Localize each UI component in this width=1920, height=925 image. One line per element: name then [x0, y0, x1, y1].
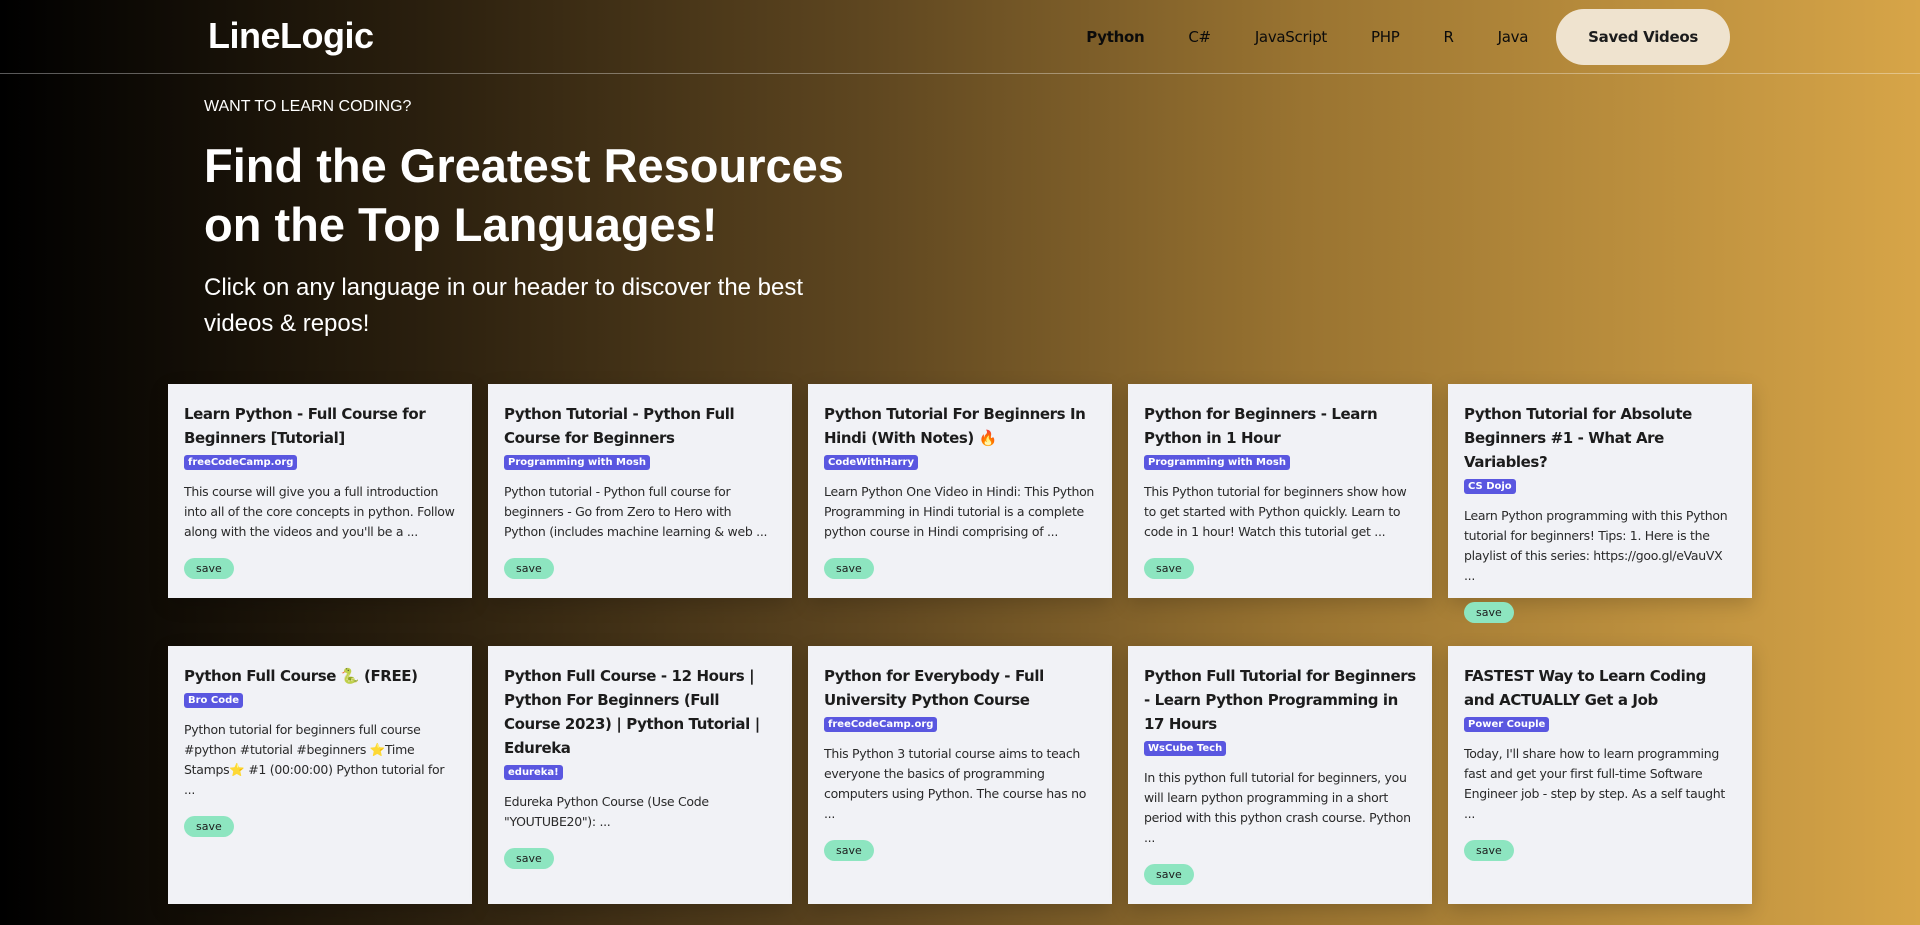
video-title[interactable]: Python Full Course - 12 Hours | Python F…: [504, 664, 776, 760]
channel-badge: WsCube Tech: [1144, 741, 1227, 756]
video-description: Learn Python One Video in Hindi: This Py…: [824, 484, 1095, 539]
hero-section: WANT TO LEARN CODING? Find the Greatest …: [204, 98, 844, 342]
channel-badge: Programming with Mosh: [504, 455, 650, 470]
nav-item-csharp[interactable]: C#: [1188, 28, 1211, 46]
video-description: Learn Python programming with this Pytho…: [1464, 508, 1728, 583]
saved-videos-button[interactable]: Saved Videos: [1556, 9, 1730, 65]
video-title[interactable]: FASTEST Way to Learn Coding and ACTUALLY…: [1464, 664, 1736, 712]
video-description: Python tutorial for beginners full cours…: [184, 722, 445, 797]
hero-title: Find the Greatest Resources on the Top L…: [204, 139, 844, 251]
site-logo[interactable]: LineLogic: [208, 15, 374, 57]
video-row: Learn Python - Full Course for Beginners…: [168, 384, 1752, 623]
top-header: LineLogic Python C# JavaScript PHP R Jav…: [0, 0, 1920, 74]
save-button[interactable]: save: [1464, 840, 1514, 861]
nav-item-javascript[interactable]: JavaScript: [1255, 28, 1328, 46]
channel-badge: edureka!: [504, 765, 563, 780]
save-button[interactable]: save: [1464, 602, 1514, 623]
save-button[interactable]: save: [184, 558, 234, 579]
video-card[interactable]: Learn Python - Full Course for Beginners…: [168, 384, 472, 598]
video-title[interactable]: Python Full Course 🐍 (FREE): [184, 664, 456, 688]
channel-badge: Programming with Mosh: [1144, 455, 1290, 470]
save-button[interactable]: save: [504, 848, 554, 869]
channel-badge: Bro Code: [184, 693, 244, 708]
video-card[interactable]: Python Full Tutorial for Beginners - Lea…: [1128, 646, 1432, 904]
video-card[interactable]: Python for Beginners - Learn Python in 1…: [1128, 384, 1432, 598]
video-description: This Python 3 tutorial course aims to te…: [824, 746, 1087, 821]
video-description: In this python full tutorial for beginne…: [1144, 770, 1411, 845]
save-button[interactable]: save: [824, 558, 874, 579]
video-description: Today, I'll share how to learn programmi…: [1464, 746, 1725, 821]
save-button[interactable]: save: [1144, 864, 1194, 885]
video-title[interactable]: Python for Everybody - Full University P…: [824, 664, 1096, 712]
channel-badge: CS Dojo: [1464, 479, 1516, 494]
video-card[interactable]: Python Tutorial - Python Full Course for…: [488, 384, 792, 598]
video-title[interactable]: Python Tutorial For Beginners In Hindi (…: [824, 402, 1096, 450]
video-card[interactable]: Python for Everybody - Full University P…: [808, 646, 1112, 904]
nav-item-r[interactable]: R: [1444, 28, 1454, 46]
video-title[interactable]: Python Full Tutorial for Beginners - Lea…: [1144, 664, 1416, 736]
video-card[interactable]: Python Full Course - 12 Hours | Python F…: [488, 646, 792, 904]
video-description: This Python tutorial for beginners show …: [1144, 484, 1407, 539]
video-card[interactable]: FASTEST Way to Learn Coding and ACTUALLY…: [1448, 646, 1752, 904]
hero-subtitle: Click on any language in our header to d…: [204, 274, 804, 337]
video-card[interactable]: Python Tutorial for Absolute Beginners #…: [1448, 384, 1752, 623]
save-button[interactable]: save: [184, 816, 234, 837]
video-description: Edureka Python Course (Use Code "YOUTUBE…: [504, 794, 709, 829]
nav-item-python[interactable]: Python: [1086, 28, 1144, 46]
channel-badge: Power Couple: [1464, 717, 1550, 732]
channel-badge: CodeWithHarry: [824, 455, 919, 470]
video-title[interactable]: Python for Beginners - Learn Python in 1…: [1144, 402, 1416, 450]
video-description: This course will give you a full introdu…: [184, 484, 455, 539]
video-card[interactable]: Python Full Course 🐍 (FREE) Bro Code Pyt…: [168, 646, 472, 904]
video-title[interactable]: Learn Python - Full Course for Beginners…: [184, 402, 456, 450]
save-button[interactable]: save: [1144, 558, 1194, 579]
nav-item-java[interactable]: Java: [1498, 28, 1529, 46]
language-nav: Python C# JavaScript PHP R Java Saved Vi…: [1064, 9, 1730, 65]
nav-item-php[interactable]: PHP: [1371, 28, 1400, 46]
video-description: Python tutorial - Python full course for…: [504, 484, 768, 539]
video-card[interactable]: Python Tutorial For Beginners In Hindi (…: [808, 384, 1112, 598]
video-row: Python Full Course 🐍 (FREE) Bro Code Pyt…: [168, 646, 1752, 904]
video-title[interactable]: Python Tutorial for Absolute Beginners #…: [1464, 402, 1736, 474]
channel-badge: freeCodeCamp.org: [824, 717, 938, 732]
hero-eyebrow: WANT TO LEARN CODING?: [204, 98, 412, 115]
channel-badge: freeCodeCamp.org: [184, 455, 298, 470]
video-title[interactable]: Python Tutorial - Python Full Course for…: [504, 402, 776, 450]
save-button[interactable]: save: [504, 558, 554, 579]
save-button[interactable]: save: [824, 840, 874, 861]
